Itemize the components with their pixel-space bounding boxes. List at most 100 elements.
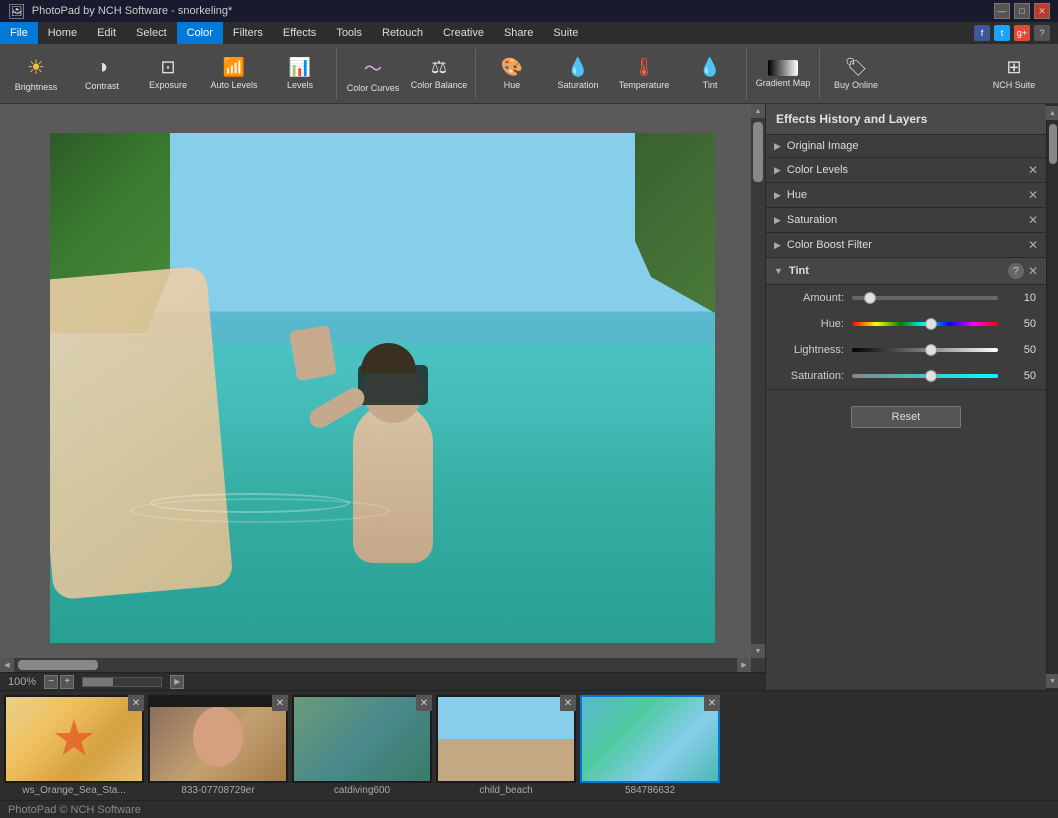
zoom-out-button[interactable]: − xyxy=(44,675,58,689)
maximize-button[interactable]: □ xyxy=(1014,3,1030,19)
tool-exposure[interactable]: ⊡ Exposure xyxy=(136,46,200,102)
scroll-left-arrow[interactable]: ◀ xyxy=(0,658,14,672)
tint-help-button[interactable]: ? xyxy=(1008,263,1024,279)
tool-contrast[interactable]: ◑ Contrast xyxy=(70,46,134,102)
thumb-2-close[interactable]: ✕ xyxy=(272,695,288,711)
menu-tools[interactable]: Tools xyxy=(326,22,372,44)
menu-suite[interactable]: Suite xyxy=(543,22,588,44)
canvas-area[interactable]: ▲ ▼ ◀ ▶ xyxy=(0,104,765,672)
social-twitter[interactable]: t xyxy=(994,25,1010,41)
effect-color-boost[interactable]: ▶ Color Boost Filter ✕ xyxy=(766,233,1046,258)
tool-levels[interactable]: 📊 Levels xyxy=(268,46,332,102)
amount-thumb[interactable] xyxy=(864,292,876,304)
close-button[interactable]: ✕ xyxy=(1034,3,1050,19)
scroll-right-arrow[interactable]: ▶ xyxy=(737,658,751,672)
effect-hue[interactable]: ▶ Hue ✕ xyxy=(766,183,1046,208)
thumbnail-4[interactable]: ✕ child_beach xyxy=(436,695,576,796)
nch-suite-label: NCH Suite xyxy=(993,80,1036,90)
close-color-boost[interactable]: ✕ xyxy=(1028,238,1038,252)
tool-auto-levels[interactable]: 📶 Auto Levels xyxy=(202,46,266,102)
close-saturation[interactable]: ✕ xyxy=(1028,213,1038,227)
tool-tint[interactable]: 💧 Tint xyxy=(678,46,742,102)
tool-buy-online[interactable]: 🏷 Buy Online xyxy=(824,46,888,102)
v-scrollbar[interactable]: ▲ ▼ xyxy=(751,104,765,658)
menu-share[interactable]: Share xyxy=(494,22,543,44)
separator2 xyxy=(475,49,476,99)
zoom-in-button[interactable]: + xyxy=(60,675,74,689)
menu-home[interactable]: Home xyxy=(38,22,87,44)
social-google[interactable]: g+ xyxy=(1014,25,1030,41)
hue-thumb[interactable] xyxy=(925,318,937,330)
v-scroll-thumb[interactable] xyxy=(753,122,763,182)
tint-label: Tint xyxy=(703,80,718,90)
lightness-thumb[interactable] xyxy=(925,344,937,356)
hue-slider-label: Hue: xyxy=(776,318,844,330)
menu-creative[interactable]: Creative xyxy=(433,22,494,44)
thumbnail-5[interactable]: ✕ 584786632 xyxy=(580,695,720,796)
thumb-1-close[interactable]: ✕ xyxy=(128,695,144,711)
tool-color-balance[interactable]: ⚖ Color Balance xyxy=(407,46,471,102)
h-scrollbar[interactable]: ◀ ▶ xyxy=(0,658,751,672)
tool-color-curves[interactable]: 〜 Color Curves xyxy=(341,46,405,102)
menu-effects[interactable]: Effects xyxy=(273,22,326,44)
tool-brightness[interactable]: ☀ Brightness xyxy=(4,46,68,102)
scroll-up-arrow[interactable]: ▲ xyxy=(751,104,765,118)
lightness-slider[interactable] xyxy=(852,343,998,357)
temperature-icon: 🌡 xyxy=(633,57,656,78)
menu-edit[interactable]: Edit xyxy=(87,22,126,44)
reset-button[interactable]: Reset xyxy=(851,406,962,428)
hue-slider[interactable] xyxy=(852,317,998,331)
menu-select[interactable]: Select xyxy=(126,22,177,44)
tool-temperature[interactable]: 🌡 Temperature xyxy=(612,46,676,102)
chevron-color-levels: ▶ xyxy=(774,165,781,176)
contrast-label: Contrast xyxy=(85,81,119,91)
amount-slider[interactable] xyxy=(852,291,998,305)
tool-hue[interactable]: 🎨 Hue xyxy=(480,46,544,102)
saturation-thumb[interactable] xyxy=(925,370,937,382)
scroll-down-arrow[interactable]: ▼ xyxy=(751,644,765,658)
close-hue[interactable]: ✕ xyxy=(1028,188,1038,202)
minimize-button[interactable]: — xyxy=(994,3,1010,19)
scroll-right-btn[interactable]: ▶ xyxy=(170,675,184,689)
panel-vscrollbar[interactable]: ▲ ▼ xyxy=(1046,104,1058,690)
thumbnail-2[interactable]: ✕ 833-07708729er xyxy=(148,695,288,796)
zoom-scroll-thumb[interactable] xyxy=(83,678,113,686)
tool-nch-suite[interactable]: ⊞ NCH Suite xyxy=(974,46,1054,102)
thumb-5-close[interactable]: ✕ xyxy=(704,695,720,711)
effect-saturation-label: Saturation xyxy=(787,214,1028,226)
tool-saturation[interactable]: 💧 Saturation xyxy=(546,46,610,102)
thumb-4-close[interactable]: ✕ xyxy=(560,695,576,711)
tool-gradient-map[interactable]: Gradient Map xyxy=(751,46,815,102)
titlebar: 🖼 PhotoPad by NCH Software - snorkeling*… xyxy=(0,0,1058,22)
thumb-5-wrapper xyxy=(580,695,720,783)
panel-scroll-up[interactable]: ▲ xyxy=(1046,106,1058,120)
thumb-3-close[interactable]: ✕ xyxy=(416,695,432,711)
menu-filters[interactable]: Filters xyxy=(223,22,273,44)
thumbnail-3[interactable]: ✕ catdiving600 xyxy=(292,695,432,796)
tint-icon: 💧 xyxy=(699,57,721,78)
social-facebook[interactable]: f xyxy=(974,25,990,41)
h-scroll-thumb[interactable] xyxy=(18,660,98,670)
thumb-2-wrapper xyxy=(148,695,288,783)
help-button[interactable]: ? xyxy=(1034,25,1050,41)
panel-scroll-down[interactable]: ▼ xyxy=(1046,674,1058,688)
hue-slider-row: Hue: 50 xyxy=(766,311,1046,337)
lightness-label: Lightness: xyxy=(776,344,844,356)
menu-color[interactable]: Color xyxy=(177,22,223,44)
effect-hue-label: Hue xyxy=(787,189,1028,201)
thumbnail-1[interactable]: ✕ ws_Orange_Sea_Sta... xyxy=(4,695,144,796)
menu-retouch[interactable]: Retouch xyxy=(372,22,433,44)
zoom-scrollbar[interactable] xyxy=(82,677,162,687)
auto-levels-icon: 📶 xyxy=(223,57,245,78)
menu-file[interactable]: File xyxy=(0,22,38,44)
close-color-levels[interactable]: ✕ xyxy=(1028,163,1038,177)
close-tint[interactable]: ✕ xyxy=(1028,264,1038,278)
thumb-3-wrapper xyxy=(292,695,432,783)
hue-track xyxy=(852,322,998,326)
effect-color-levels[interactable]: ▶ Color Levels ✕ xyxy=(766,158,1046,183)
tint-header[interactable]: ▼ Tint ? ✕ xyxy=(766,258,1046,285)
effect-saturation[interactable]: ▶ Saturation ✕ xyxy=(766,208,1046,233)
effect-original-image[interactable]: ▶ Original Image xyxy=(766,135,1046,158)
panel-scroll-thumb[interactable] xyxy=(1049,124,1057,164)
saturation-slider[interactable] xyxy=(852,369,998,383)
